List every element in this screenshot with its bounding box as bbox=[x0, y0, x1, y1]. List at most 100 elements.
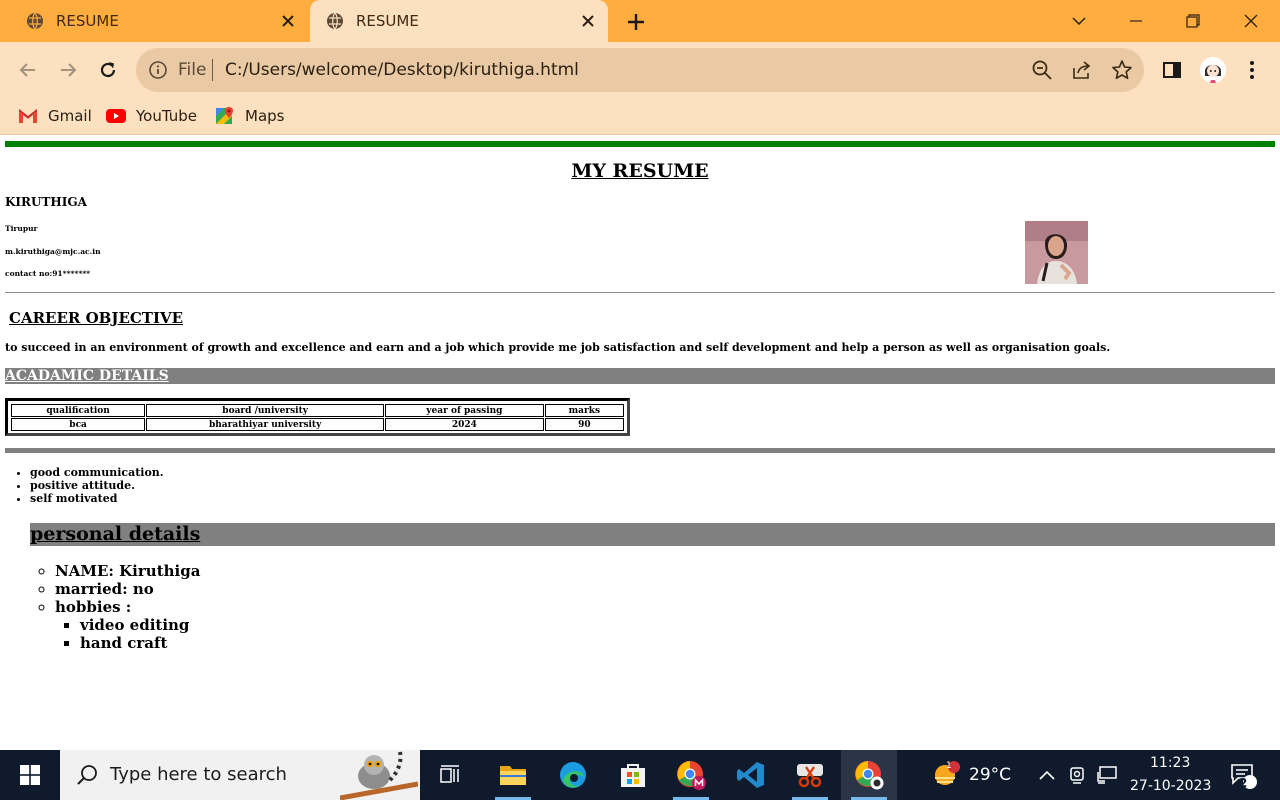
hobbies-label: hobbies : bbox=[55, 598, 132, 616]
lemur-illustration-icon bbox=[340, 751, 418, 800]
address-bar[interactable]: File C:/Users/welcome/Desktop/kiruthiga.… bbox=[136, 48, 1144, 92]
maps-icon bbox=[216, 107, 233, 124]
section-divider bbox=[5, 292, 1275, 293]
weather-sun-icon bbox=[935, 761, 960, 785]
edge-button[interactable] bbox=[545, 750, 601, 800]
list-item: married: no bbox=[55, 580, 200, 598]
thick-divider bbox=[5, 448, 1275, 453]
list-item: hand craft bbox=[80, 634, 200, 652]
task-view-button[interactable] bbox=[422, 750, 478, 800]
browser-toolbar: File C:/Users/welcome/Desktop/kiruthiga.… bbox=[0, 42, 1280, 98]
windows-taskbar: Type here to search 1 29°C 11:23 27-10-2… bbox=[0, 750, 1280, 800]
back-button[interactable] bbox=[13, 55, 43, 85]
chrome-profile-m-button[interactable] bbox=[663, 750, 719, 800]
url-text[interactable]: C:/Users/welcome/Desktop/kiruthiga.html bbox=[225, 60, 579, 80]
browser-title-bar: RESUME RESUME bbox=[0, 0, 1280, 42]
scissors-icon bbox=[797, 764, 823, 788]
profile-avatar[interactable] bbox=[1199, 56, 1227, 84]
clock-date[interactable]: 27-10-2023 bbox=[1130, 778, 1211, 794]
list-item: good communication. bbox=[30, 466, 164, 479]
taskbar-search[interactable]: Type here to search bbox=[60, 750, 420, 800]
bookmark-star-icon[interactable] bbox=[1111, 59, 1133, 81]
table-cell: bca bbox=[11, 418, 146, 431]
tab-close-icon[interactable] bbox=[580, 13, 596, 29]
edge-icon bbox=[560, 762, 586, 788]
zoom-out-icon[interactable] bbox=[1031, 59, 1053, 81]
green-divider bbox=[5, 141, 1275, 147]
meet-now-button[interactable] bbox=[1066, 750, 1088, 800]
bookmark-youtube[interactable]: YouTube bbox=[106, 103, 197, 129]
youtube-icon bbox=[106, 109, 126, 123]
list-item: positive attitude. bbox=[30, 479, 164, 492]
weather-temperature[interactable]: 29°C bbox=[969, 765, 1011, 785]
table-cell: 2024 bbox=[385, 418, 544, 431]
chrome-icon bbox=[855, 761, 884, 790]
candidate-contact: contact no:91******* bbox=[5, 269, 91, 278]
side-panel-icon[interactable] bbox=[1158, 56, 1186, 84]
address-separator bbox=[212, 59, 213, 81]
academic-heading: ACADAMIC DETAILS bbox=[5, 368, 169, 384]
menu-kebab-icon[interactable] bbox=[1238, 56, 1266, 84]
webcam-icon bbox=[1070, 767, 1084, 784]
close-window-button[interactable] bbox=[1238, 8, 1264, 34]
minimize-button[interactable] bbox=[1123, 8, 1149, 34]
microsoft-store-button[interactable] bbox=[605, 750, 661, 800]
network-icon bbox=[1097, 766, 1117, 784]
table-cell: bharathiyar university bbox=[146, 418, 385, 431]
forward-button[interactable] bbox=[53, 55, 83, 85]
bookmark-label: YouTube bbox=[136, 107, 197, 125]
start-button[interactable] bbox=[0, 750, 60, 800]
table-cell: 90 bbox=[544, 418, 624, 431]
task-view-icon bbox=[440, 765, 459, 783]
notification-count: 2 bbox=[1239, 776, 1248, 790]
tab-search-chevron-down-icon[interactable] bbox=[1066, 8, 1092, 34]
chrome-active-button[interactable] bbox=[841, 750, 897, 800]
skills-list: good communication. positive attitude. s… bbox=[30, 466, 164, 505]
weather-widget[interactable] bbox=[924, 750, 964, 800]
bookmark-maps[interactable]: Maps bbox=[215, 103, 284, 129]
page-title: MY RESUME bbox=[571, 160, 709, 182]
file-explorer-button[interactable] bbox=[485, 750, 541, 800]
clock-time[interactable]: 11:23 bbox=[1150, 755, 1190, 771]
career-objective-text: to succeed in an environment of growth a… bbox=[5, 341, 1111, 354]
new-tab-button[interactable] bbox=[624, 10, 648, 34]
academic-band: ACADAMIC DETAILS bbox=[5, 368, 1275, 384]
gmail-icon bbox=[19, 109, 37, 123]
folder-icon bbox=[500, 766, 526, 785]
weather-badge: 1 bbox=[946, 761, 952, 771]
windows-logo-icon bbox=[20, 765, 40, 785]
bookmark-gmail[interactable]: Gmail bbox=[18, 103, 92, 129]
bookmarks-bar: Gmail YouTube Maps bbox=[0, 98, 1280, 135]
globe-icon bbox=[327, 12, 343, 30]
table-header-cell: board /university bbox=[146, 404, 385, 417]
personal-details-list: NAME: Kiruthiga married: no hobbies : vi… bbox=[55, 562, 200, 652]
chevron-up-icon bbox=[1039, 770, 1055, 780]
tab-close-icon[interactable] bbox=[280, 13, 296, 29]
table-header-row: qualification board /university year of … bbox=[11, 404, 624, 417]
reload-button[interactable] bbox=[93, 55, 123, 85]
info-icon[interactable] bbox=[148, 60, 168, 80]
candidate-name: KIRUTHIGA bbox=[5, 195, 87, 209]
snipping-tool-button[interactable] bbox=[782, 750, 838, 800]
show-hidden-icons-button[interactable] bbox=[1036, 750, 1058, 800]
vscode-button[interactable] bbox=[723, 750, 779, 800]
resume-page: MY RESUME KIRUTHIGA Tirupur m.kiruthiga@… bbox=[0, 136, 1280, 750]
chrome-icon bbox=[677, 761, 706, 790]
search-icon bbox=[77, 765, 97, 785]
tab-title: RESUME bbox=[56, 12, 119, 30]
list-item: hobbies : video editing hand craft bbox=[55, 598, 200, 652]
restore-button[interactable] bbox=[1180, 8, 1206, 34]
bookmark-label: Gmail bbox=[48, 107, 92, 125]
academic-table: qualification board /university year of … bbox=[5, 398, 630, 436]
store-icon bbox=[621, 764, 645, 787]
globe-icon bbox=[27, 12, 43, 30]
profile-photo bbox=[1025, 221, 1088, 284]
tab-resume-2[interactable]: RESUME bbox=[310, 0, 608, 42]
list-item: self motivated bbox=[30, 492, 164, 505]
notifications-button[interactable] bbox=[1220, 750, 1266, 800]
share-icon[interactable] bbox=[1071, 59, 1093, 81]
personal-details-heading: personal details bbox=[30, 523, 201, 545]
vscode-icon bbox=[737, 762, 764, 788]
tab-resume-1[interactable]: RESUME bbox=[10, 0, 308, 42]
network-button[interactable] bbox=[1094, 750, 1120, 800]
